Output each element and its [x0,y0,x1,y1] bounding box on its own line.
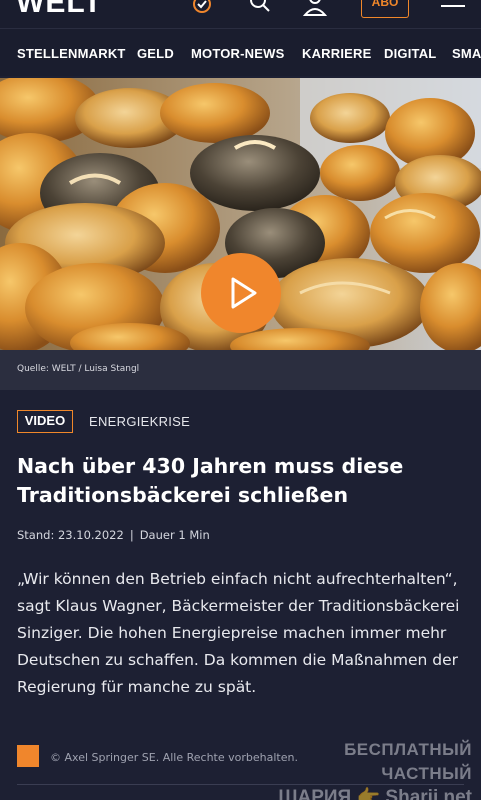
section-nav: STELLENMARKT GELD MOTOR-NEWS KARRIERE DI… [0,28,481,76]
watermark: БЕСПЛАТНЫЙ ЧАСТНЫЙ ШАРИЯ 👉 Sharij.net [252,738,472,800]
nav-item-digital[interactable]: DIGITAL [384,46,436,61]
site-header: WELT ABO [0,0,481,28]
media-caption: Quelle: WELT / Luisa Stangl [0,350,481,390]
nav-item-karriere[interactable]: KARRIERE [302,46,372,61]
article-meta: Stand: 23.10.2022 | Dauer 1 Min [17,528,210,542]
play-button[interactable] [201,253,281,333]
abo-button[interactable]: ABO [361,0,409,18]
nav-item-more[interactable]: SMA [452,46,481,61]
search-icon[interactable] [248,0,272,18]
video-duration: Dauer 1 Min [139,528,210,542]
axel-springer-logo-icon [17,745,39,767]
nav-item-stellenmarkt[interactable]: STELLENMARKT [17,46,126,61]
menu-icon[interactable] [441,0,465,14]
image-source: Quelle: WELT / Luisa Stangl [17,364,140,374]
video-player[interactable] [0,78,481,350]
nav-item-geld[interactable]: GELD [137,46,174,61]
nav-item-motor-news[interactable]: MOTOR-NEWS [191,46,284,61]
play-icon [231,277,257,309]
topic-link[interactable]: ENERGIEKRISE [89,414,190,429]
article-teaser: „Wir können den Betrieb einfach nicht au… [17,570,460,696]
weather-icon[interactable] [190,0,214,18]
article-headline: Nach über 430 Jahren muss diese Traditio… [17,454,404,507]
video-badge: VIDEO [17,410,73,433]
watermark-line-1: БЕСПЛАТНЫЙ ЧАСТНЫЙ [344,740,472,783]
divider [17,784,464,785]
publish-date: Stand: 23.10.2022 [17,528,124,542]
meta-separator: | [129,528,134,542]
welt-logo[interactable]: WELT [16,0,103,20]
watermark-line-2: ШАРИЯ 👉 Sharij.net [278,787,472,800]
user-icon[interactable] [302,0,328,18]
